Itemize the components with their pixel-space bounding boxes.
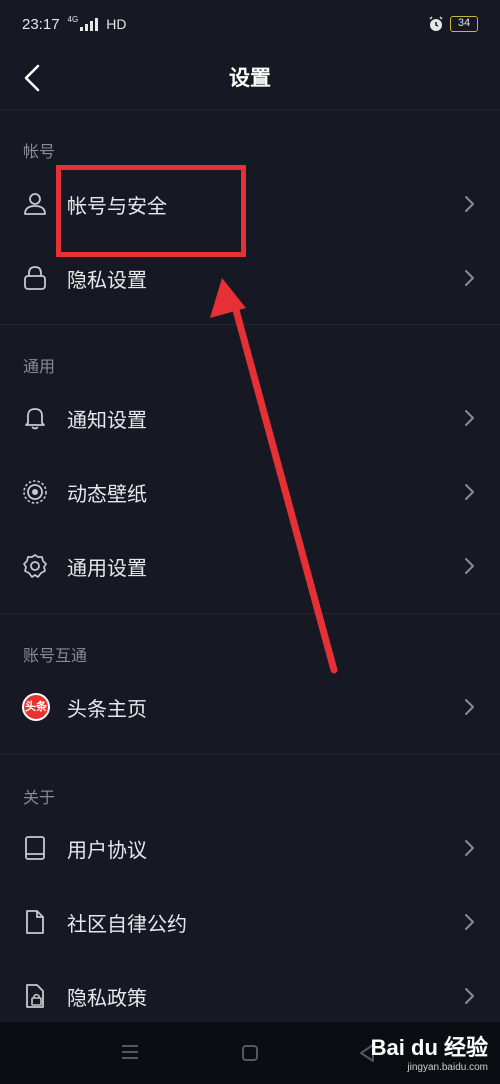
section-header-about: 关于 — [23, 788, 56, 807]
signal-icon — [80, 17, 99, 31]
section-header-account: 帐号 — [23, 142, 56, 161]
annotation-highlight-box — [56, 165, 246, 257]
watermark-brand: Bai du 经验 — [370, 1035, 488, 1060]
chevron-right-icon — [465, 988, 474, 1004]
home-icon[interactable] — [241, 1044, 259, 1062]
menu-icon[interactable] — [120, 1044, 140, 1060]
page-title: 设置 — [229, 66, 271, 90]
privacy-doc-icon — [26, 984, 44, 1008]
toutiao-icon: 头条 — [22, 693, 50, 721]
battery-indicator: 34 — [450, 16, 478, 32]
settings-item-user-agreement[interactable]: 用户协议 — [0, 811, 500, 885]
section-header-linked-accounts: 账号互通 — [23, 646, 88, 665]
status-left: 23:17 4G HD — [22, 14, 127, 33]
settings-item-toutiao-homepage[interactable]: 头条 头条主页 — [0, 670, 500, 744]
network-type: HD — [106, 16, 127, 32]
wallpaper-icon — [23, 480, 47, 504]
status-right: 34 — [428, 16, 478, 32]
nav-bar: 设置 — [0, 48, 500, 110]
alarm-icon — [429, 16, 443, 31]
chevron-right-icon — [465, 914, 474, 930]
watermark-url: jingyan.baidu.com — [407, 1062, 488, 1073]
signal-tag: 4G — [67, 14, 79, 24]
system-nav-bar: Bai du 经验 jingyan.baidu.com — [0, 1022, 500, 1084]
gear-icon — [23, 554, 47, 578]
section-divider — [0, 754, 500, 755]
settings-item-label: 动态壁纸 — [67, 482, 147, 506]
settings-item-label: 用户协议 — [67, 838, 147, 862]
user-icon — [24, 193, 46, 215]
document-icon — [26, 910, 44, 934]
settings-item-notifications[interactable]: 通知设置 — [0, 381, 500, 455]
status-bar: 23:17 4G HD 34 — [0, 0, 500, 48]
settings-item-live-wallpaper[interactable]: 动态壁纸 — [0, 455, 500, 529]
settings-item-label: 通用设置 — [67, 556, 147, 580]
settings-item-general-settings[interactable]: 通用设置 — [0, 529, 500, 603]
bell-icon — [25, 408, 45, 430]
section-divider — [0, 613, 500, 614]
chevron-right-icon — [465, 270, 474, 286]
status-time: 23:17 — [22, 15, 60, 33]
lock-icon — [24, 266, 46, 290]
settings-item-label: 社区自律公约 — [67, 912, 187, 936]
settings-item-community-guidelines[interactable]: 社区自律公约 — [0, 885, 500, 959]
chevron-right-icon — [465, 558, 474, 574]
chevron-right-icon — [465, 840, 474, 856]
section-header-general: 通用 — [23, 357, 56, 376]
watermark: Bai du 经验 jingyan.baidu.com — [371, 1030, 488, 1073]
settings-item-label: 隐私政策 — [67, 986, 147, 1010]
chevron-right-icon — [465, 484, 474, 500]
settings-item-label: 隐私设置 — [67, 268, 147, 292]
book-icon — [25, 836, 45, 860]
chevron-right-icon — [465, 699, 474, 715]
settings-item-label: 头条主页 — [67, 697, 147, 721]
chevron-right-icon — [465, 410, 474, 426]
section-divider — [0, 324, 500, 325]
chevron-right-icon — [465, 196, 474, 212]
settings-item-label: 通知设置 — [67, 408, 147, 432]
